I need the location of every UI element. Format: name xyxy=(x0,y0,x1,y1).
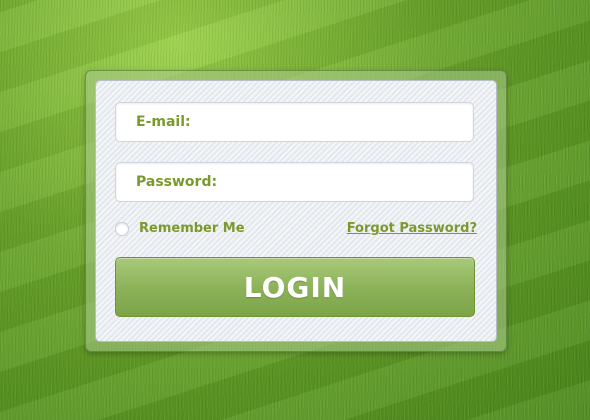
password-field-container xyxy=(115,162,474,202)
email-field[interactable] xyxy=(116,103,473,141)
forgot-password-link[interactable]: Forgot Password? xyxy=(347,221,477,236)
login-button[interactable]: LOGIN xyxy=(115,257,475,317)
login-panel: Remember Me Forgot Password? LOGIN xyxy=(95,80,497,342)
remember-me-label[interactable]: Remember Me xyxy=(139,221,245,236)
email-field-container xyxy=(115,102,474,142)
remember-me-row: Remember Me xyxy=(115,221,245,236)
password-field[interactable] xyxy=(116,163,473,201)
remember-me-checkbox[interactable] xyxy=(115,221,129,236)
